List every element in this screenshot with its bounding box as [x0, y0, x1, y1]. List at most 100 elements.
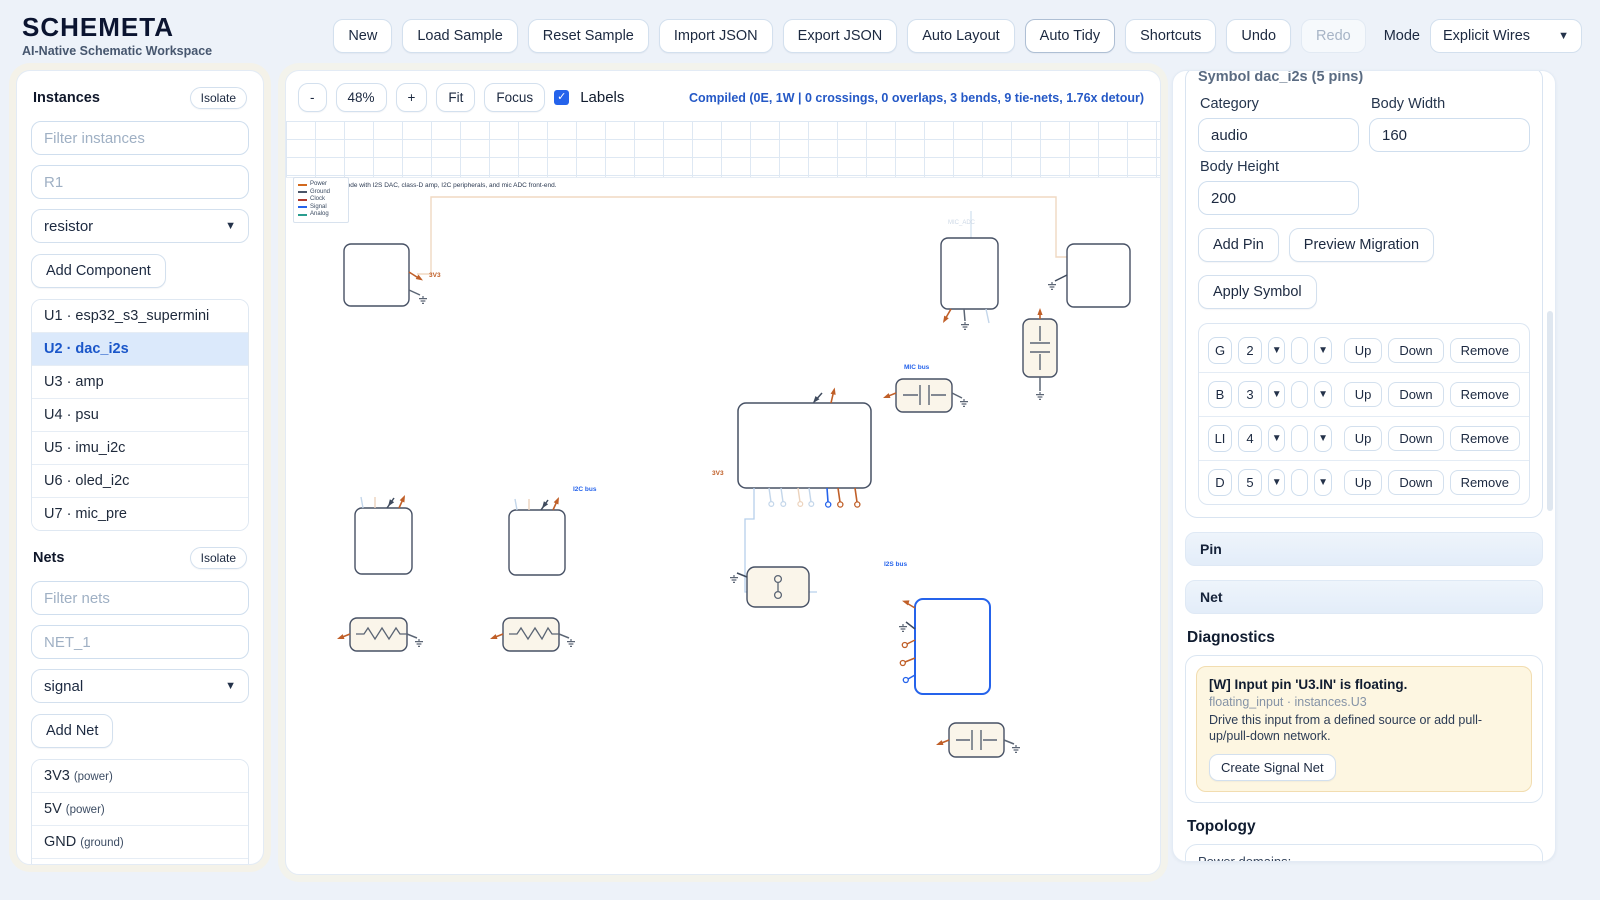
zoom-level-display[interactable]: 48% [335, 83, 387, 112]
zoom-in-button[interactable]: + [395, 83, 428, 112]
pin-accordion[interactable]: Pin [1185, 532, 1543, 566]
pin-side-select[interactable]: ▼ [1268, 337, 1286, 364]
u5-imu-box[interactable] [354, 507, 413, 575]
instance-item-u6[interactable]: U6 · oled_i2c [32, 464, 248, 497]
pin-remove-button[interactable]: Remove [1449, 382, 1520, 407]
pin-down-button[interactable]: Down [1388, 338, 1444, 363]
pin-offset-input[interactable] [1291, 425, 1309, 452]
pin-number-input[interactable] [1238, 469, 1262, 496]
body-height-input[interactable] [1198, 181, 1359, 215]
pin-number-input[interactable] [1238, 337, 1262, 364]
labels-checkbox[interactable]: ✓ [554, 90, 570, 105]
pin-down-button[interactable]: Down [1388, 426, 1444, 451]
pin-side-select[interactable]: ▼ [1268, 381, 1286, 408]
u3-amp-box[interactable] [1066, 243, 1131, 308]
pin-row-g: ▼ ▼ Up Down Remove [1199, 329, 1529, 372]
pin-side-select[interactable]: ▼ [1268, 425, 1286, 452]
instances-isolate-button[interactable]: Isolate [189, 87, 247, 109]
pin-name-input[interactable] [1208, 337, 1232, 364]
body-width-input[interactable] [1369, 118, 1530, 152]
mode-select[interactable]: Explicit Wires ▼ [1430, 19, 1582, 53]
app-subtitle: AI-Native Schematic Workspace [22, 43, 213, 58]
zoom-out-button[interactable]: - [298, 83, 327, 112]
reset-sample-button[interactable]: Reset Sample [527, 19, 649, 53]
diagnostics-box: [W] Input pin 'U3.IN' is floating. float… [1185, 655, 1543, 803]
u7-micpre-box[interactable] [940, 237, 999, 310]
net-type-select[interactable]: signal ▼ [31, 669, 249, 703]
pin-up-button[interactable]: Up [1343, 382, 1383, 407]
instance-type-value: resistor [44, 217, 94, 235]
instance-item-u1[interactable]: U1 · esp32_s3_supermini [32, 300, 248, 332]
instance-item-u4[interactable]: U4 · psu [32, 398, 248, 431]
net-accordion[interactable]: Net [1185, 580, 1543, 614]
preview-migration-button[interactable]: Preview Migration [1288, 228, 1435, 262]
pin-up-button[interactable]: Up [1343, 338, 1383, 363]
load-sample-button[interactable]: Load Sample [402, 19, 518, 53]
new-button[interactable]: New [333, 19, 393, 53]
u2-dac-box-selected[interactable] [914, 598, 991, 695]
pin-number-input[interactable] [1238, 425, 1262, 452]
instance-type-select[interactable]: resistor ▼ [31, 209, 249, 243]
category-label: Category [1200, 96, 1259, 112]
instance-item-u2[interactable]: U2 · dac_i2s [32, 332, 248, 365]
net-name: 5V [44, 801, 62, 817]
export-json-button[interactable]: Export JSON [782, 19, 898, 53]
net-type: (power) [65, 804, 105, 816]
labels-checkbox-label: Labels [580, 89, 625, 106]
shortcuts-button[interactable]: Shortcuts [1125, 19, 1217, 53]
new-instance-ref-input[interactable] [31, 165, 249, 199]
net-item-gnd[interactable]: GND (ground) [32, 825, 248, 858]
instance-item-u5[interactable]: U5 · imu_i2c [32, 431, 248, 464]
pin-offset-input[interactable] [1291, 337, 1309, 364]
pin-type-select[interactable]: ▼ [1314, 337, 1332, 364]
filter-nets-input[interactable] [31, 581, 249, 615]
pin-remove-button[interactable]: Remove [1449, 470, 1520, 495]
chevron-down-icon: ▼ [1318, 389, 1328, 400]
pin-up-button[interactable]: Up [1343, 470, 1383, 495]
pin-down-button[interactable]: Down [1388, 382, 1444, 407]
pin-name-input[interactable] [1208, 425, 1232, 452]
pin-offset-input[interactable] [1291, 381, 1309, 408]
pin-number-input[interactable] [1238, 381, 1262, 408]
filter-instances-input[interactable] [31, 121, 249, 155]
pin-remove-button[interactable]: Remove [1449, 338, 1520, 363]
category-input[interactable] [1198, 118, 1359, 152]
pin-type-select[interactable]: ▼ [1314, 469, 1332, 496]
net-item-3v3[interactable]: 3V3 (power) [32, 760, 248, 792]
pin-offset-input[interactable] [1291, 469, 1309, 496]
inspector-scrollbar[interactable] [1547, 311, 1553, 511]
import-json-button[interactable]: Import JSON [658, 19, 773, 53]
pin-side-select[interactable]: ▼ [1268, 469, 1286, 496]
focus-button[interactable]: Focus [484, 83, 546, 112]
create-signal-net-button[interactable]: Create Signal Net [1209, 753, 1336, 781]
pin-remove-button[interactable]: Remove [1449, 426, 1520, 451]
auto-tidy-button[interactable]: Auto Tidy [1024, 19, 1116, 53]
add-net-button[interactable]: Add Net [31, 714, 114, 748]
u4-psu-box[interactable] [343, 243, 410, 307]
nets-title: Nets [33, 550, 65, 566]
auto-layout-button[interactable]: Auto Layout [907, 19, 1015, 53]
new-net-name-input[interactable] [31, 625, 249, 659]
redo-button[interactable]: Redo [1301, 19, 1366, 53]
u1-esp32-box[interactable] [737, 402, 872, 489]
u6-oled-box[interactable] [508, 509, 566, 576]
undo-button[interactable]: Undo [1226, 19, 1292, 53]
pin-name-input[interactable] [1208, 469, 1232, 496]
instance-item-u3[interactable]: U3 · amp [32, 365, 248, 398]
net-item-i2s-bclk[interactable]: I2S_BCLK(clock) [32, 858, 248, 864]
add-pin-button[interactable]: Add Pin [1198, 228, 1279, 262]
pin-type-select[interactable]: ▼ [1314, 425, 1332, 452]
chevron-down-icon: ▼ [1271, 345, 1282, 356]
pin-up-button[interactable]: Up [1343, 426, 1383, 451]
apply-symbol-button[interactable]: Apply Symbol [1198, 275, 1317, 309]
add-component-button[interactable]: Add Component [31, 254, 166, 288]
instance-item-u7[interactable]: U7 · mic_pre [32, 497, 248, 530]
nets-isolate-button[interactable]: Isolate [189, 547, 247, 569]
fit-button[interactable]: Fit [436, 83, 476, 112]
pin-down-button[interactable]: Down [1388, 470, 1444, 495]
legend-ground-label: Ground [310, 188, 331, 195]
pin-type-select[interactable]: ▼ [1314, 381, 1332, 408]
legend-analog-label: Analog [310, 211, 329, 218]
net-item-5v[interactable]: 5V (power) [32, 792, 248, 825]
pin-name-input[interactable] [1208, 381, 1232, 408]
